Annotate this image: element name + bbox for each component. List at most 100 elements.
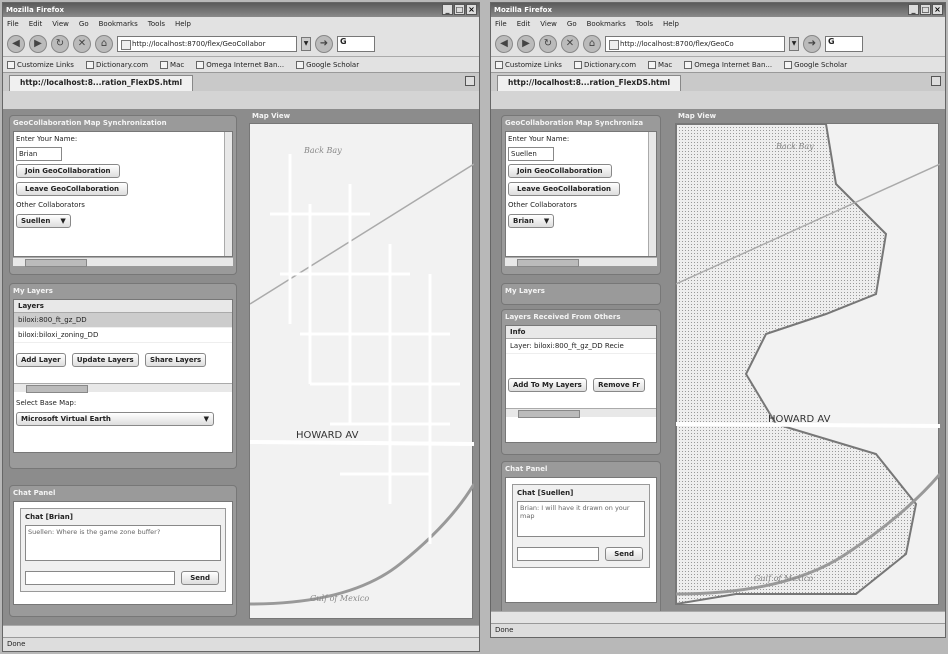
menu-bookmarks[interactable]: Bookmarks [587,20,626,28]
close-icon[interactable]: × [932,4,943,15]
chat-input[interactable] [25,571,176,585]
send-button[interactable]: Send [181,571,219,585]
collaborators-label: Other Collaborators [508,201,577,209]
chat-history[interactable]: Suellen: Where is the game zone buffer? [25,525,221,561]
name-input[interactable]: Suellen [508,147,554,161]
street-grid [270,154,460,544]
map-view[interactable]: Map View Back Bay HOWARD AV Gulf of Mexi… [675,112,940,606]
map-label-howard-av: HOWARD AV [296,430,359,441]
page-icon [296,60,305,69]
url-bar[interactable]: http://localhost:8700/flex/GeoCo [605,35,785,52]
remove-button[interactable]: Remove Fr [593,378,645,392]
bookmark-omega[interactable]: Omega Internet Ban... [684,60,772,69]
url-dropdown-icon[interactable]: ▼ [789,36,799,51]
bookmark-mac[interactable]: Mac [160,60,184,69]
vertical-scrollbar[interactable] [648,132,656,256]
maximize-icon[interactable]: □ [454,4,465,15]
send-button[interactable]: Send [605,547,643,561]
menu-tools[interactable]: Tools [636,20,653,28]
layer-row[interactable]: biloxi:800_ft_gz_DD [14,313,232,328]
reload-icon[interactable]: ↻ [51,34,69,53]
go-icon[interactable]: ➜ [803,34,821,53]
add-to-my-layers-button[interactable]: Add To My Layers [508,378,587,392]
forward-icon[interactable]: ▶ [517,34,535,53]
layers-panel-title: My Layers [505,287,545,295]
menu-go[interactable]: Go [567,20,577,28]
search-box[interactable]: G [825,35,863,52]
url-bar[interactable]: http://localhost:8700/flex/GeoCollabor [117,35,297,52]
update-layers-button[interactable]: Update Layers [71,353,139,367]
forward-icon[interactable]: ▶ [29,34,47,53]
menu-help[interactable]: Help [663,20,679,28]
horizontal-scrollbar[interactable] [505,257,657,267]
join-button[interactable]: Join GeoCollaboration [508,164,612,178]
chat-panel: Chat Panel Chat [Suellen] Brian: I will … [501,461,661,615]
stop-icon[interactable]: ✕ [73,34,91,53]
menu-go[interactable]: Go [79,20,89,28]
bookmark-google-scholar[interactable]: Google Scholar [296,60,359,69]
menu-tools[interactable]: Tools [148,20,165,28]
menu-edit[interactable]: Edit [517,20,531,28]
map-view[interactable]: Map View Back Bay HOWARD AV Gulf of Mexi… [249,112,474,620]
basemap-select[interactable]: Microsoft Virtual Earth ▼ [16,412,214,426]
tab-active[interactable]: http://localhost:8...ration_FlexDS.html [9,75,194,91]
map-canvas[interactable] [676,124,940,606]
minimize-icon[interactable]: _ [442,4,453,15]
bookmark-customize-links[interactable]: Customize Links [7,60,74,69]
close-icon[interactable]: × [466,4,477,15]
menu-bookmarks[interactable]: Bookmarks [99,20,138,28]
minimize-icon[interactable]: _ [908,4,919,15]
chat-history[interactable]: Brian: I will have it drawn on your map [517,501,645,537]
menu-view[interactable]: View [540,20,557,28]
bookmark-dictionary[interactable]: Dictionary.com [85,60,148,69]
bookmark-omega[interactable]: Omega Internet Ban... [196,60,284,69]
back-icon[interactable]: ◀ [7,34,25,53]
vertical-scrollbar[interactable] [224,132,232,256]
add-layer-button[interactable]: Add Layer [16,353,66,367]
join-button[interactable]: Join GeoCollaboration [16,164,120,178]
stop-icon[interactable]: ✕ [561,34,579,53]
menu-file[interactable]: File [7,20,19,28]
tab-close-icon[interactable] [931,76,941,86]
url-dropdown-icon[interactable]: ▼ [301,36,311,51]
bookmark-google-scholar[interactable]: Google Scholar [784,60,847,69]
received-layer-row[interactable]: Layer: biloxi:800_ft_gz_DD Recie [506,339,656,354]
tab-close-icon[interactable] [465,76,475,86]
layers-grid-header: Layers [14,300,232,313]
page-horizontal-scrollbar[interactable] [3,625,479,637]
bookmark-mac[interactable]: Mac [648,60,672,69]
leave-button[interactable]: Leave GeoCollaboration [508,182,620,196]
collaborators-select[interactable]: Suellen ▼ [16,214,71,228]
maximize-icon[interactable]: □ [920,4,931,15]
share-layers-button[interactable]: Share Layers [144,353,207,367]
horizontal-scrollbar[interactable] [14,383,232,393]
menu-view[interactable]: View [52,20,69,28]
reload-icon[interactable]: ↻ [539,34,557,53]
page-horizontal-scrollbar[interactable] [491,611,945,623]
layer-row[interactable]: biloxi:biloxi_zoning_DD [14,328,232,343]
horizontal-scrollbar[interactable] [506,408,656,418]
horizontal-scrollbar[interactable] [13,257,233,267]
search-box[interactable]: G [337,35,375,52]
navigation-toolbar: ◀ ▶ ↻ ✕ ⌂ http://localhost:8700/flex/Geo… [491,31,945,57]
menu-help[interactable]: Help [175,20,191,28]
chat-input[interactable] [517,547,600,561]
name-input[interactable]: Brian [16,147,62,161]
home-icon[interactable]: ⌂ [583,34,601,53]
back-icon[interactable]: ◀ [495,34,513,53]
menu-file[interactable]: File [495,20,507,28]
menu-edit[interactable]: Edit [29,20,43,28]
leave-button[interactable]: Leave GeoCollaboration [16,182,128,196]
chat-panel-title: Chat Panel [13,489,56,497]
right-browser-window: Mozilla Firefox _ □ × File Edit View Go Bo… [490,2,946,638]
tab-active[interactable]: http://localhost:8...ration_FlexDS.html [497,75,682,91]
bookmark-dictionary[interactable]: Dictionary.com [573,60,636,69]
map-canvas[interactable] [250,124,474,620]
layers-panel-collapsed[interactable]: My Layers [501,283,661,305]
collaborators-select[interactable]: Brian ▼ [508,214,555,228]
page-icon [648,60,657,69]
home-icon[interactable]: ⌂ [95,34,113,53]
go-icon[interactable]: ➜ [315,34,333,53]
sync-panel-body: Enter Your Name: Suellen Join GeoCollabo… [505,131,657,257]
bookmark-customize-links[interactable]: Customize Links [495,60,562,69]
